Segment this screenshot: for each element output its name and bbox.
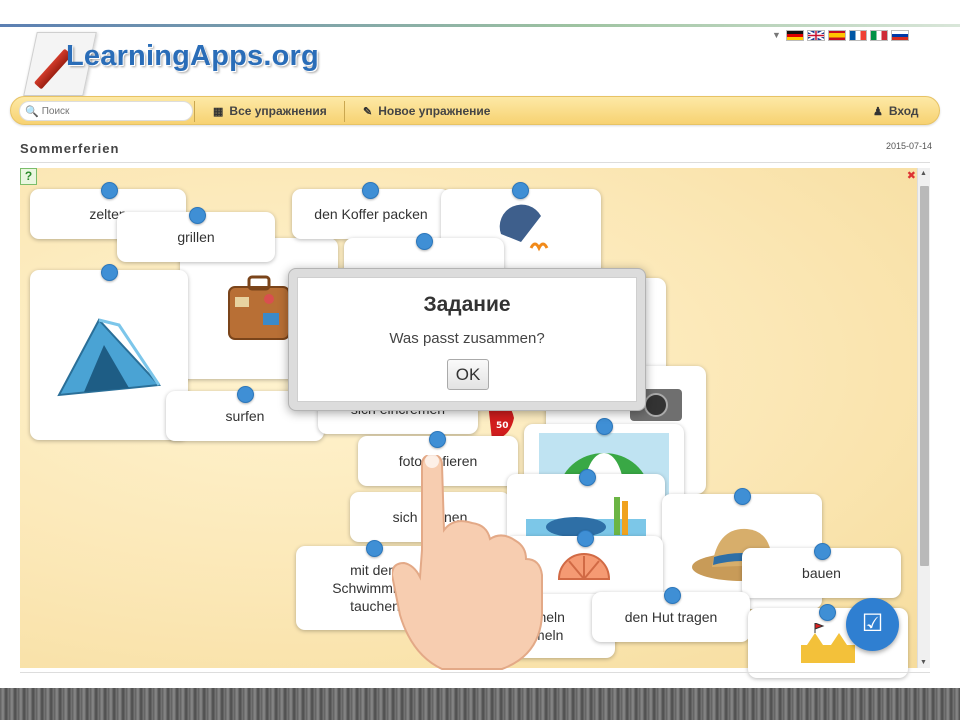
check-icon: ☑: [861, 610, 884, 637]
footer-strip: [0, 688, 960, 720]
fullscreen-icon[interactable]: ✖: [907, 169, 916, 182]
nav-login-label: Вход: [888, 104, 919, 118]
nav-divider: [344, 101, 345, 122]
scroll-down-icon[interactable]: ▼: [920, 659, 927, 666]
site-logo[interactable]: LearningApps.org: [23, 30, 344, 96]
logo-text: LearningApps.org: [66, 40, 319, 72]
pencil-icon: ✎: [363, 105, 373, 118]
search-input[interactable]: [41, 105, 182, 117]
flag-it-icon[interactable]: [869, 29, 888, 41]
drag-handle-dot[interactable]: [362, 182, 379, 199]
flag-en-icon[interactable]: [806, 29, 825, 41]
drag-handle-dot[interactable]: [734, 488, 751, 505]
drag-handle-dot[interactable]: [814, 543, 831, 560]
page-title: Sommerferien: [20, 141, 120, 156]
flag-fr-icon[interactable]: [848, 29, 867, 41]
scrollbar[interactable]: ▲ ▼: [917, 168, 930, 668]
drag-handle-dot[interactable]: [416, 233, 433, 250]
scroll-up-icon[interactable]: ▲: [920, 170, 927, 177]
nav-new-exercise[interactable]: ✎ Новое упражнение: [363, 104, 490, 118]
drag-handle-dot[interactable]: [579, 469, 596, 486]
nav-all-exercises[interactable]: ▦ Все упражнения: [213, 104, 327, 118]
drag-handle-dot[interactable]: [819, 604, 836, 621]
dialog-title: Задание: [423, 293, 511, 316]
nav-new-exercise-label: Новое упражнение: [378, 104, 491, 118]
nav-all-exercises-label: Все упражнения: [229, 104, 327, 118]
task-dialog-body: Задание Was passt zusammen? OK: [297, 277, 637, 402]
card-label: den Koffer packen: [314, 206, 428, 222]
bottom-divider: [20, 672, 930, 673]
nav-login[interactable]: ♟ Вход: [873, 104, 919, 118]
search-icon: 🔍: [25, 105, 39, 118]
scrollbar-thumb[interactable]: [920, 186, 929, 566]
pointer-hand-icon: [392, 455, 543, 670]
grid-icon: ▦: [213, 105, 224, 118]
page-date: 2015-07-14: [885, 141, 932, 151]
drag-handle-dot[interactable]: [189, 207, 206, 224]
card-label: bauen: [802, 565, 841, 581]
language-selector[interactable]: ▼: [772, 28, 909, 42]
drag-handle-dot[interactable]: [101, 264, 118, 281]
drag-handle-dot[interactable]: [366, 540, 383, 557]
help-icon[interactable]: ?: [20, 168, 37, 185]
drag-handle-dot[interactable]: [237, 386, 254, 403]
dialog-text: Was passt zusammen?: [389, 330, 545, 347]
drag-handle-dot[interactable]: [664, 587, 681, 604]
main-navbar: 🔍 ▦ Все упражнения ✎ Новое упражнение ♟ …: [10, 96, 940, 125]
search-box[interactable]: 🔍: [19, 101, 193, 121]
card-image-tent[interactable]: [30, 270, 188, 440]
flag-de-icon[interactable]: [785, 29, 804, 41]
card-label: den Hut tragen: [624, 609, 718, 625]
flag-ru-icon[interactable]: [890, 29, 909, 41]
ok-button[interactable]: OK: [447, 359, 489, 390]
card-label: surfen: [225, 408, 265, 424]
language-caret-icon[interactable]: ▼: [772, 30, 781, 40]
shell-image: [557, 553, 611, 580]
tent-image: [57, 318, 162, 397]
nav-divider: [194, 101, 195, 122]
flag-es-icon[interactable]: [827, 29, 846, 41]
user-icon: ♟: [873, 105, 883, 118]
check-answers-button[interactable]: ☑: [846, 598, 899, 651]
drag-handle-dot[interactable]: [596, 418, 613, 435]
suitcase-image: [228, 275, 290, 340]
drag-handle-dot[interactable]: [577, 530, 594, 547]
drag-handle-dot[interactable]: [429, 431, 446, 448]
title-divider: [20, 162, 930, 163]
drag-handle-dot[interactable]: [512, 182, 529, 199]
top-accent-line: [0, 24, 960, 27]
drag-handle-dot[interactable]: [101, 182, 118, 199]
card-label: grillen: [177, 229, 215, 245]
svg-text:50: 50: [496, 421, 509, 431]
task-dialog: Задание Was passt zusammen? OK: [288, 268, 646, 411]
